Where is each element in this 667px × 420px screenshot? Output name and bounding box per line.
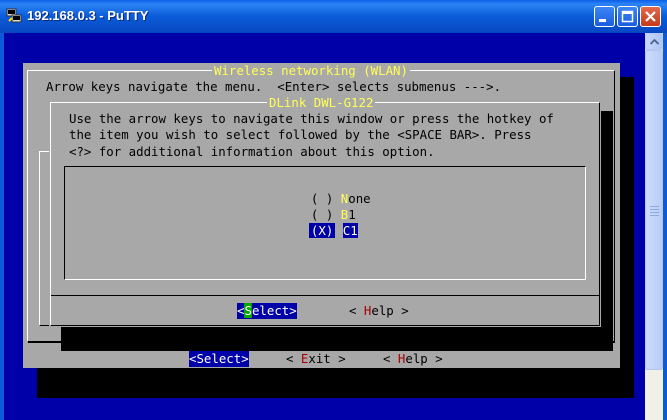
exit-prefix: <: [286, 351, 301, 366]
dialog-select-button[interactable]: <Select>: [237, 303, 297, 319]
outer-help-button[interactable]: < Help >: [383, 351, 443, 367]
chevron-up-icon: [650, 39, 659, 45]
title-bar[interactable]: 192.168.0.3 - PuTTY: [0, 0, 667, 34]
dialog-shadow: [61, 327, 613, 351]
instruction-line: Use the arrow keys to navigate this wind…: [69, 111, 554, 126]
help-prefix: <: [349, 303, 364, 318]
scroll-up-button[interactable]: [645, 33, 663, 50]
thumb-grip: [650, 215, 659, 216]
vertical-scrollbar[interactable]: [645, 33, 663, 420]
instruction-line: <?> for additional information about thi…: [69, 144, 435, 159]
option-c1[interactable]: (X) C1: [294, 207, 358, 239]
window-title: 192.168.0.3 - PuTTY: [27, 8, 149, 23]
dialog-help-button[interactable]: < Help >: [349, 303, 409, 319]
minimize-button[interactable]: [594, 6, 615, 27]
thumb-grip: [650, 212, 659, 213]
maximize-icon: [621, 10, 634, 23]
outer-menu-shadow: [620, 77, 634, 398]
thumb-grip: [650, 206, 659, 207]
outer-select-button[interactable]: <Select>: [189, 351, 249, 367]
select-hotkey: S: [244, 303, 252, 318]
window-frame-right: [663, 33, 667, 420]
help-prefix: <: [383, 351, 398, 366]
option-label: 1: [350, 223, 358, 238]
close-button[interactable]: [640, 6, 661, 27]
help-rest: elp >: [371, 303, 409, 318]
radio-marker-selected: (X): [308, 223, 336, 238]
minimize-icon: [599, 19, 606, 22]
dialog-shadow: [601, 111, 613, 351]
close-icon: [645, 11, 656, 22]
outer-menu-shadow: [37, 368, 634, 398]
dialog-title: DLink DWL-G122: [267, 95, 376, 111]
thumb-grip: [650, 209, 659, 210]
exit-rest: xit >: [308, 351, 346, 366]
outer-help-line: Arrow keys navigate the menu. <Enter> se…: [46, 79, 502, 94]
select-rest: elect>: [251, 303, 297, 318]
outer-exit-button[interactable]: < Exit >: [286, 351, 346, 367]
outer-menu-title: Wireless networking (WLAN): [212, 63, 410, 79]
scrollbar-thumb[interactable]: [645, 50, 663, 370]
help-rest: elp >: [405, 351, 443, 366]
instruction-line: the item you wish to select followed by …: [69, 127, 532, 142]
putty-icon: [6, 8, 22, 23]
dialog-divider: [51, 295, 599, 296]
maximize-button[interactable]: [617, 6, 638, 27]
